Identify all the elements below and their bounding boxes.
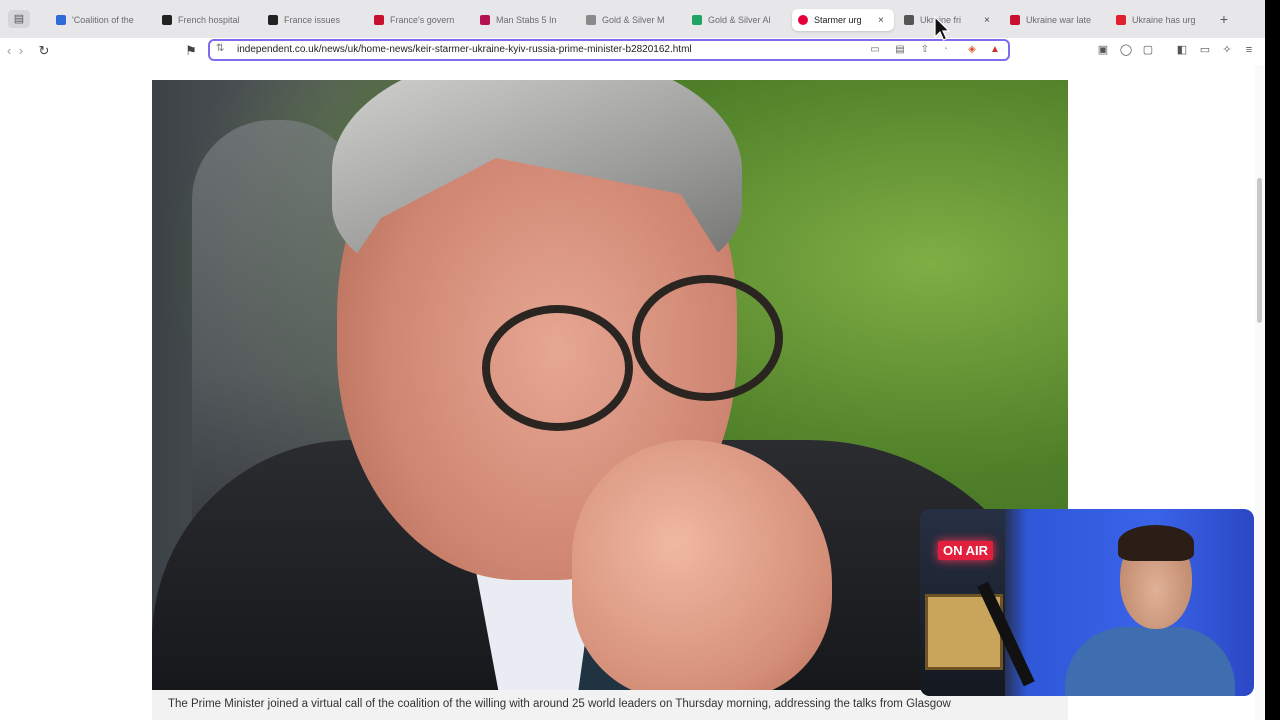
tab-strip: ▤ 'Coalition of the French hospital France… — [0, 0, 1265, 39]
image-caption-text: The Prime Minister joined a virtual call… — [168, 698, 951, 710]
tab-favicon-icon — [1116, 15, 1126, 25]
tab-3[interactable]: France's govern — [368, 9, 470, 31]
tab-favicon-icon — [56, 15, 66, 25]
tab-4[interactable]: Man Stabs 5 In — [474, 9, 576, 31]
tab-6[interactable]: Gold & Silver Al — [686, 9, 788, 31]
tab-favicon-icon — [798, 15, 808, 25]
tab-favicon-icon — [480, 15, 490, 25]
tab-favicon-icon — [692, 15, 702, 25]
site-settings-icon[interactable]: ⇅ — [216, 43, 224, 54]
tab-title: French hospital — [178, 15, 240, 25]
on-air-sign: ON AIR — [938, 541, 994, 560]
menu-icon[interactable]: ≡ — [1242, 43, 1256, 57]
tab-title: Gold & Silver Al — [708, 15, 771, 25]
tab-favicon-icon — [904, 15, 914, 25]
tab-0[interactable]: 'Coalition of the — [50, 9, 152, 31]
reload-icon[interactable]: ↻ — [35, 41, 53, 61]
url-text[interactable]: independent.co.uk/news/uk/home-news/keir… — [237, 43, 692, 57]
cast-icon[interactable]: ▭ — [868, 43, 882, 57]
webcam-overlay: ON AIR — [920, 509, 1254, 696]
tab-title: Ukraine fri — [920, 15, 962, 25]
tab-title: Ukraine war late — [1026, 15, 1092, 25]
tab-5[interactable]: Gold & Silver M — [580, 9, 682, 31]
chat-icon[interactable]: ◯ — [1119, 43, 1133, 57]
tab-favicon-icon — [374, 15, 384, 25]
extensions-icon[interactable]: ▣ — [1096, 43, 1110, 57]
tab-favicon-icon — [162, 15, 172, 25]
tab-favicon-icon — [268, 15, 278, 25]
screenshot-icon[interactable]: ▭ — [1198, 43, 1212, 57]
tab-10[interactable]: Ukraine has urg — [1110, 9, 1212, 31]
bookmark-icon[interactable]: ⚑ — [182, 41, 200, 61]
rss-icon[interactable]: ◔ — [938, 43, 952, 57]
tab-favicon-icon — [586, 15, 596, 25]
reader-icon[interactable]: ▤ — [893, 43, 907, 57]
wallet-icon[interactable]: ▢ — [1141, 43, 1155, 57]
tab-favicon-icon — [1010, 15, 1020, 25]
shield-icon[interactable]: ◈ — [965, 43, 979, 57]
tab-close-icon[interactable]: × — [878, 15, 888, 26]
tab-title: France's govern — [390, 15, 455, 25]
mouse-cursor-icon — [934, 16, 950, 41]
tab-title: Gold & Silver M — [602, 15, 665, 25]
toolbar: ‹ › ↻ ⚑ ⇅ independent.co.uk/news/uk/home… — [0, 38, 1265, 65]
address-bar[interactable]: ⇅ independent.co.uk/news/uk/home-news/ke… — [208, 39, 1010, 61]
warning-icon[interactable]: ▲ — [988, 43, 1002, 57]
tab-7[interactable]: Starmer urg × — [792, 9, 894, 31]
tab-title: Man Stabs 5 In — [496, 15, 557, 25]
share-icon[interactable]: ⇧ — [918, 43, 932, 57]
tab-overview-icon[interactable]: ▤ — [8, 10, 30, 28]
scrollbar-thumb[interactable] — [1257, 178, 1262, 323]
tab-1[interactable]: French hospital — [156, 9, 258, 31]
tab-title: Starmer urg — [814, 15, 862, 25]
tab-title: Ukraine has urg — [1132, 15, 1196, 25]
forward-icon[interactable]: › — [12, 41, 30, 61]
vertical-scrollbar[interactable] — [1255, 65, 1265, 720]
tab-9[interactable]: Ukraine war late — [1004, 9, 1106, 31]
tab-close-icon[interactable]: × — [984, 15, 994, 26]
new-tab-button[interactable]: + — [1217, 10, 1231, 28]
tab-title: 'Coalition of the — [72, 15, 134, 25]
tab-2[interactable]: France issues — [262, 9, 364, 31]
sidebar-icon[interactable]: ◧ — [1175, 43, 1189, 57]
tab-title: France issues — [284, 15, 341, 25]
leo-icon[interactable]: ✧ — [1220, 43, 1234, 57]
